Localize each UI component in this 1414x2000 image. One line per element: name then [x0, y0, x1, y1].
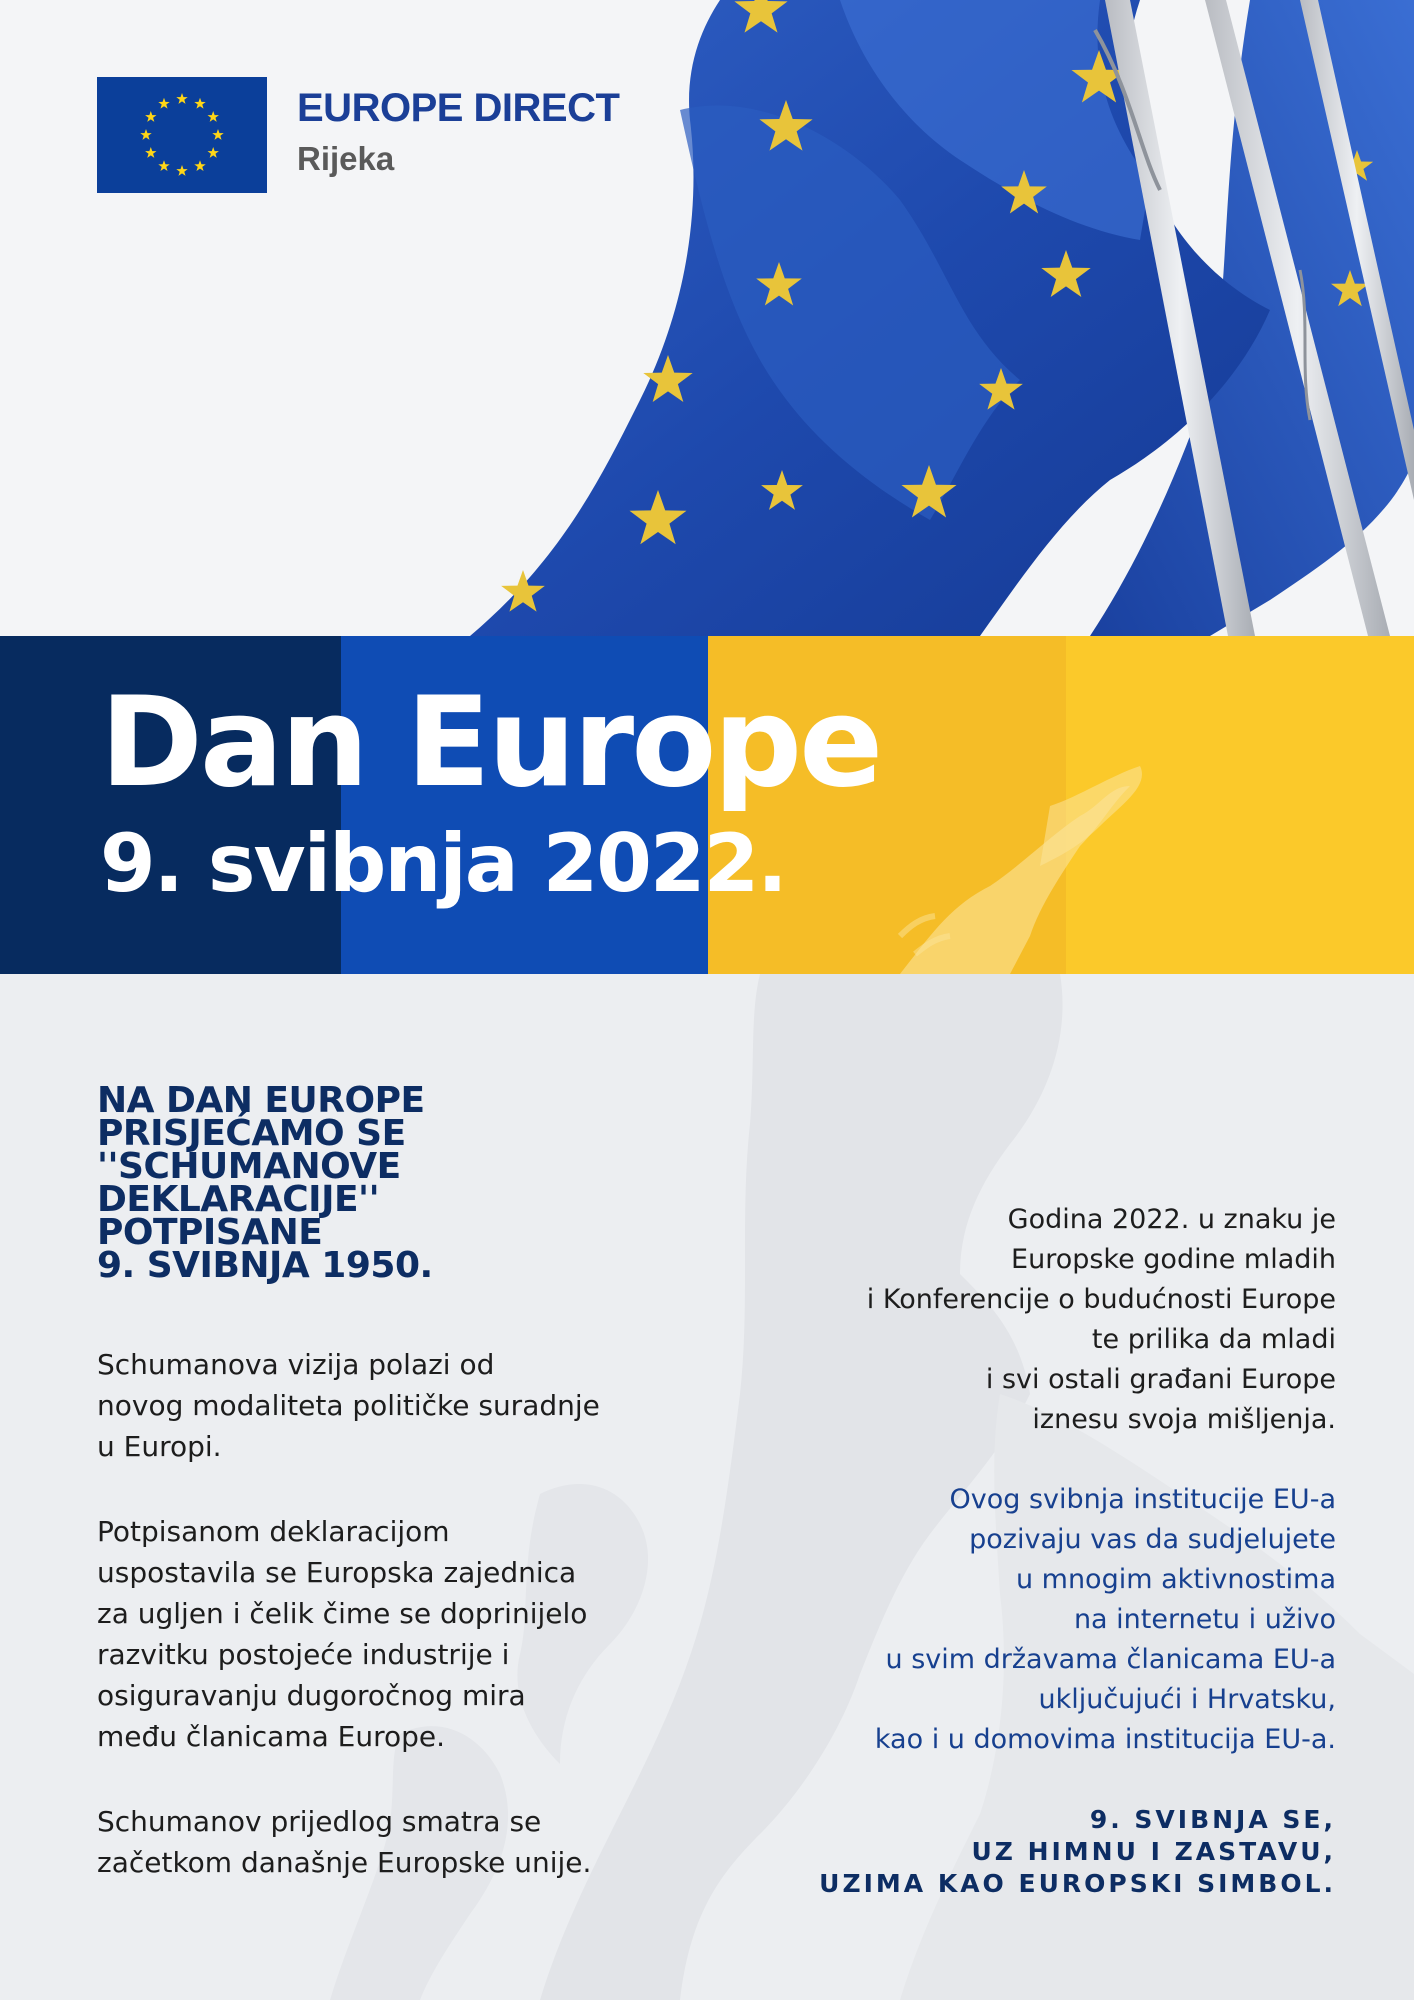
closing-statement: 9. SVIBNJA SE, UZ HIMNU I ZASTAVU, UZIMA…: [819, 1805, 1336, 1898]
content-area: NA DAN EUROPE PRISJEĆAMO SE ''SCHUMANOVE…: [0, 974, 1414, 2000]
europe-direct-logo: EUROPE DIRECT Rijeka: [97, 77, 620, 193]
eu-flag-icon: [97, 77, 267, 193]
logo-star: [194, 160, 206, 172]
logo-star: [207, 147, 219, 158]
left-paragraph-1: Schumanova vizija polazi od novog modali…: [97, 1348, 600, 1463]
logo-star: [158, 97, 170, 109]
logo-star: [158, 160, 170, 172]
logo-star: [194, 97, 206, 109]
left-column: NA DAN EUROPE PRISJEĆAMO SE ''SCHUMANOVE…: [97, 1080, 657, 1883]
logo-star: [145, 111, 157, 122]
logo-subtitle: Rijeka: [297, 140, 395, 177]
left-paragraph-3: Schumanov prijedlog smatra se začetkom d…: [97, 1805, 592, 1879]
right-column: Godina 2022. u znaku je Europske godine …: [716, 1200, 1336, 1900]
left-paragraph-2: Potpisanom deklaracijom uspostavila se E…: [97, 1515, 588, 1753]
right-paragraph-2: Ovog svibnja institucije EU-a pozivaju v…: [874, 1484, 1336, 1755]
logo-title: EUROPE DIRECT: [297, 86, 620, 130]
title-banner: Dan Europe 9. svibnja 2022.: [0, 636, 1414, 974]
logo-star: [145, 147, 157, 158]
logo-star: [207, 111, 219, 122]
logo-star: [212, 129, 224, 140]
logo-star: [176, 93, 188, 104]
logo-star: [140, 129, 152, 140]
logo-star: [176, 165, 188, 176]
section-heading: NA DAN EUROPE PRISJEĆAMO SE ''SCHUMANOVE…: [97, 1080, 433, 1286]
event-date: 9. svibnja 2022.: [100, 817, 788, 910]
page-title: Dan Europe: [100, 671, 883, 815]
right-paragraph-1: Godina 2022. u znaku je Europske godine …: [866, 1204, 1336, 1435]
